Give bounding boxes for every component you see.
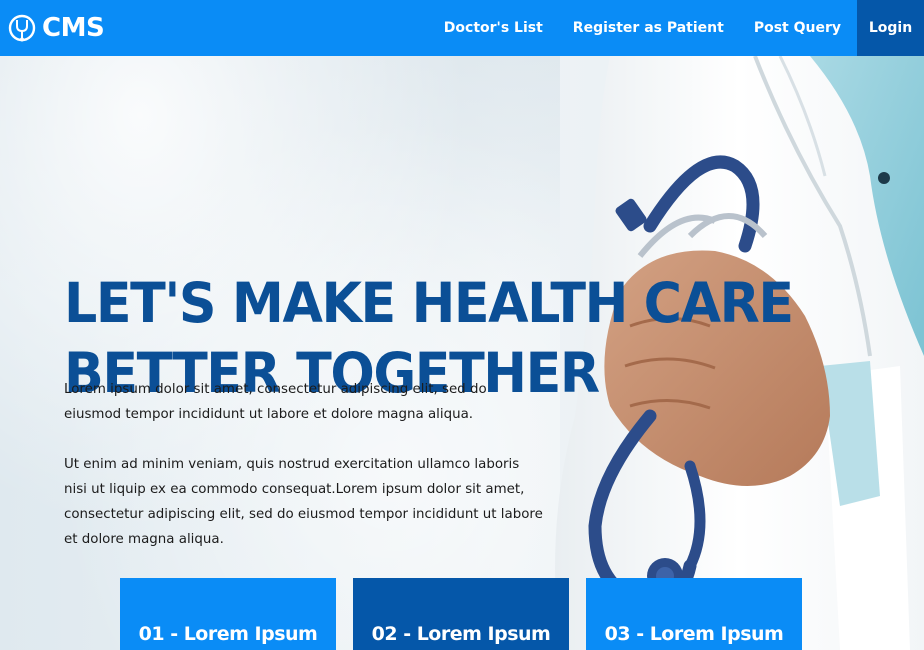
- brand-logo[interactable]: CMS: [8, 0, 105, 56]
- top-navbar: CMS Doctor's List Register as Patient Po…: [0, 0, 924, 56]
- nav-register-patient[interactable]: Register as Patient: [558, 0, 739, 56]
- hero-paragraph-1: Lorem ipsum dolor sit amet, consectetur …: [64, 382, 487, 422]
- hero-title-line-1: LET'S MAKE HEALTH CARE: [64, 271, 794, 335]
- main-nav: Doctor's List Register as Patient Post Q…: [429, 0, 924, 56]
- nav-post-query[interactable]: Post Query: [739, 0, 856, 56]
- feature-card-2[interactable]: 02 - Lorem Ipsum: [353, 578, 569, 650]
- brand-name: CMS: [42, 13, 105, 43]
- hero-section: LET'S MAKE HEALTH CARE BETTER TOGETHER: [0, 56, 924, 650]
- stethoscope-logo-icon: [8, 14, 36, 42]
- login-button[interactable]: Login: [857, 0, 924, 56]
- feature-card-1[interactable]: 01 - Lorem Ipsum: [120, 578, 336, 650]
- hero-paragraph-2: Ut enim ad minim veniam, quis nostrud ex…: [64, 457, 543, 547]
- nav-doctors-list[interactable]: Doctor's List: [429, 0, 558, 56]
- feature-card-3[interactable]: 03 - Lorem Ipsum: [586, 578, 802, 650]
